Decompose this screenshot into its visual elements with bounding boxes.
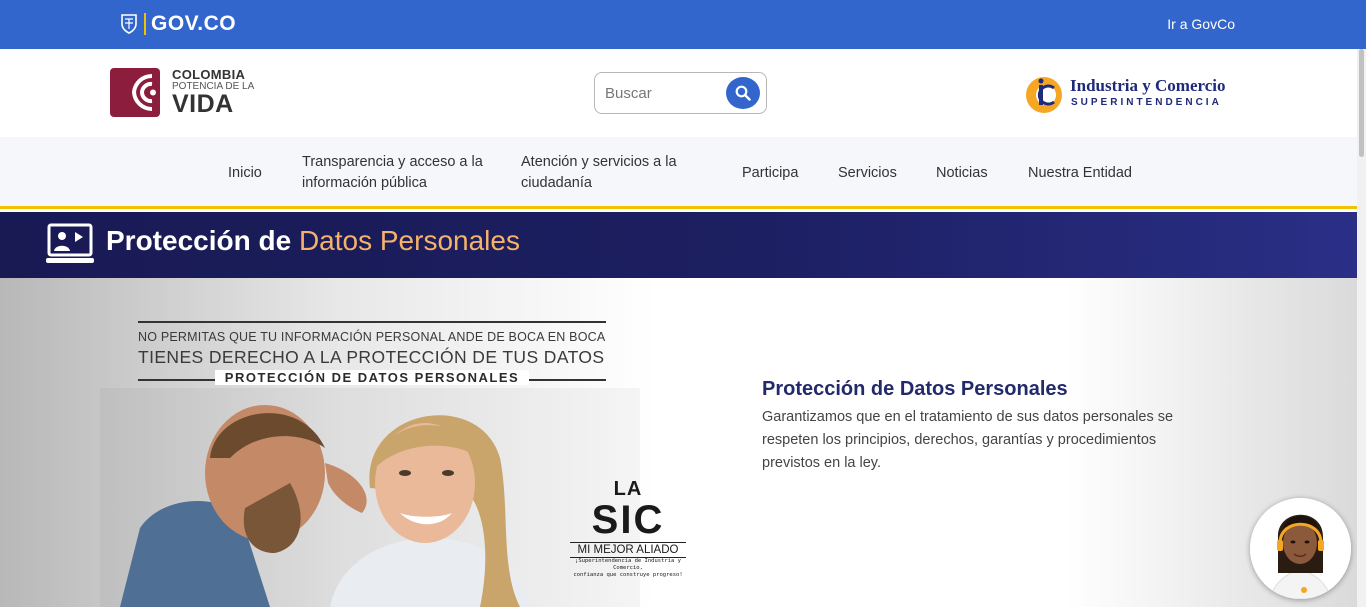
- nav-item-nuestra-entidad[interactable]: Nuestra Entidad: [1028, 163, 1132, 184]
- main-navigation: Inicio Transparencia y acceso a la infor…: [0, 137, 1366, 209]
- sic-logo-subtitle: SUPERINTENDENCIA: [1071, 97, 1222, 108]
- page-title-bold: Protección de: [106, 225, 292, 256]
- nav-item-inicio[interactable]: Inicio: [228, 163, 262, 184]
- hero-image-line3: PROTECCIÓN DE DATOS PERSONALES: [138, 370, 606, 385]
- stamp-sic: SIC: [591, 498, 665, 542]
- stamp-la: LA: [613, 478, 643, 500]
- colombia-logo-line3: VIDA: [172, 90, 234, 118]
- govco-logo-separator: [144, 13, 146, 35]
- search-input[interactable]: [605, 83, 725, 103]
- hero-rule-top: [138, 321, 606, 323]
- colombia-shield-icon: [121, 14, 137, 34]
- govco-top-bar: GOV.CO Ir a GovCo: [0, 0, 1366, 49]
- colombia-potencia-logo[interactable]: COLOMBIA POTENCIA DE LA VIDA: [110, 68, 254, 117]
- scrollbar-thumb[interactable]: [1359, 49, 1364, 157]
- nav-item-atencion[interactable]: Atención y servicios a la ciudadanía: [521, 152, 691, 194]
- virtual-assistant-button[interactable]: [1250, 498, 1351, 599]
- search-box: [594, 72, 767, 114]
- nav-item-participa[interactable]: Participa: [742, 163, 798, 184]
- page-title: Protección de Datos Personales: [106, 224, 520, 258]
- couple-whispering-photo: [100, 388, 640, 607]
- sic-ic-mark-icon: [1026, 77, 1062, 113]
- sic-logo-title: Industria y Comercio: [1070, 76, 1226, 95]
- stamp-small-line2: confianza que construye progreso!: [573, 572, 683, 578]
- stamp-aliado: MI MEJOR ALIADO: [570, 542, 686, 558]
- colombia-logo-line1: COLOMBIA: [172, 67, 246, 82]
- govco-logo-text: GOV.CO: [151, 12, 237, 35]
- hero-image-line2: TIENES DERECHO A LA PROTECCIÓN DE TUS DA…: [138, 347, 605, 367]
- hero-image-line3-text: PROTECCIÓN DE DATOS PERSONALES: [214, 370, 530, 385]
- nav-item-noticias[interactable]: Noticias: [936, 163, 988, 184]
- page-scrollbar[interactable]: [1357, 49, 1366, 607]
- page-title-banner: Protección de Datos Personales: [0, 212, 1366, 278]
- govco-logo[interactable]: GOV.CO: [119, 11, 236, 37]
- search-icon: [735, 85, 751, 101]
- sic-mejor-aliado-stamp: LA SIC MI MEJOR ALIADO ¡Superintendencia…: [566, 478, 690, 586]
- sic-logo[interactable]: Industria y Comercio SUPERINTENDENCIA: [1024, 73, 1234, 117]
- computer-user-icon: [46, 223, 94, 263]
- stamp-small-line1: ¡Superintendencia de Industria y Comerci…: [575, 558, 681, 571]
- nav-item-servicios[interactable]: Servicios: [838, 163, 897, 184]
- hero-paragraph: Garantizamos que en el tratamiento de su…: [762, 409, 1174, 471]
- site-header: COLOMBIA POTENCIA DE LA VIDA Industria y…: [0, 49, 1366, 137]
- hero-heading: Protección de Datos Personales: [762, 378, 1068, 400]
- page-title-light: Datos Personales: [298, 225, 520, 256]
- hero-section: NO PERMITAS QUE TU INFORMACIÓN PERSONAL …: [0, 278, 1366, 607]
- nav-item-transparencia[interactable]: Transparencia y acceso a la información …: [302, 152, 492, 194]
- colombia-vida-mark-icon: [110, 68, 160, 117]
- ir-a-govco-link[interactable]: Ir a GovCo: [1167, 16, 1235, 32]
- search-button[interactable]: [726, 77, 760, 109]
- hero-image-line1: NO PERMITAS QUE TU INFORMACIÓN PERSONAL …: [138, 330, 606, 344]
- assistant-avatar-icon: [1250, 498, 1351, 599]
